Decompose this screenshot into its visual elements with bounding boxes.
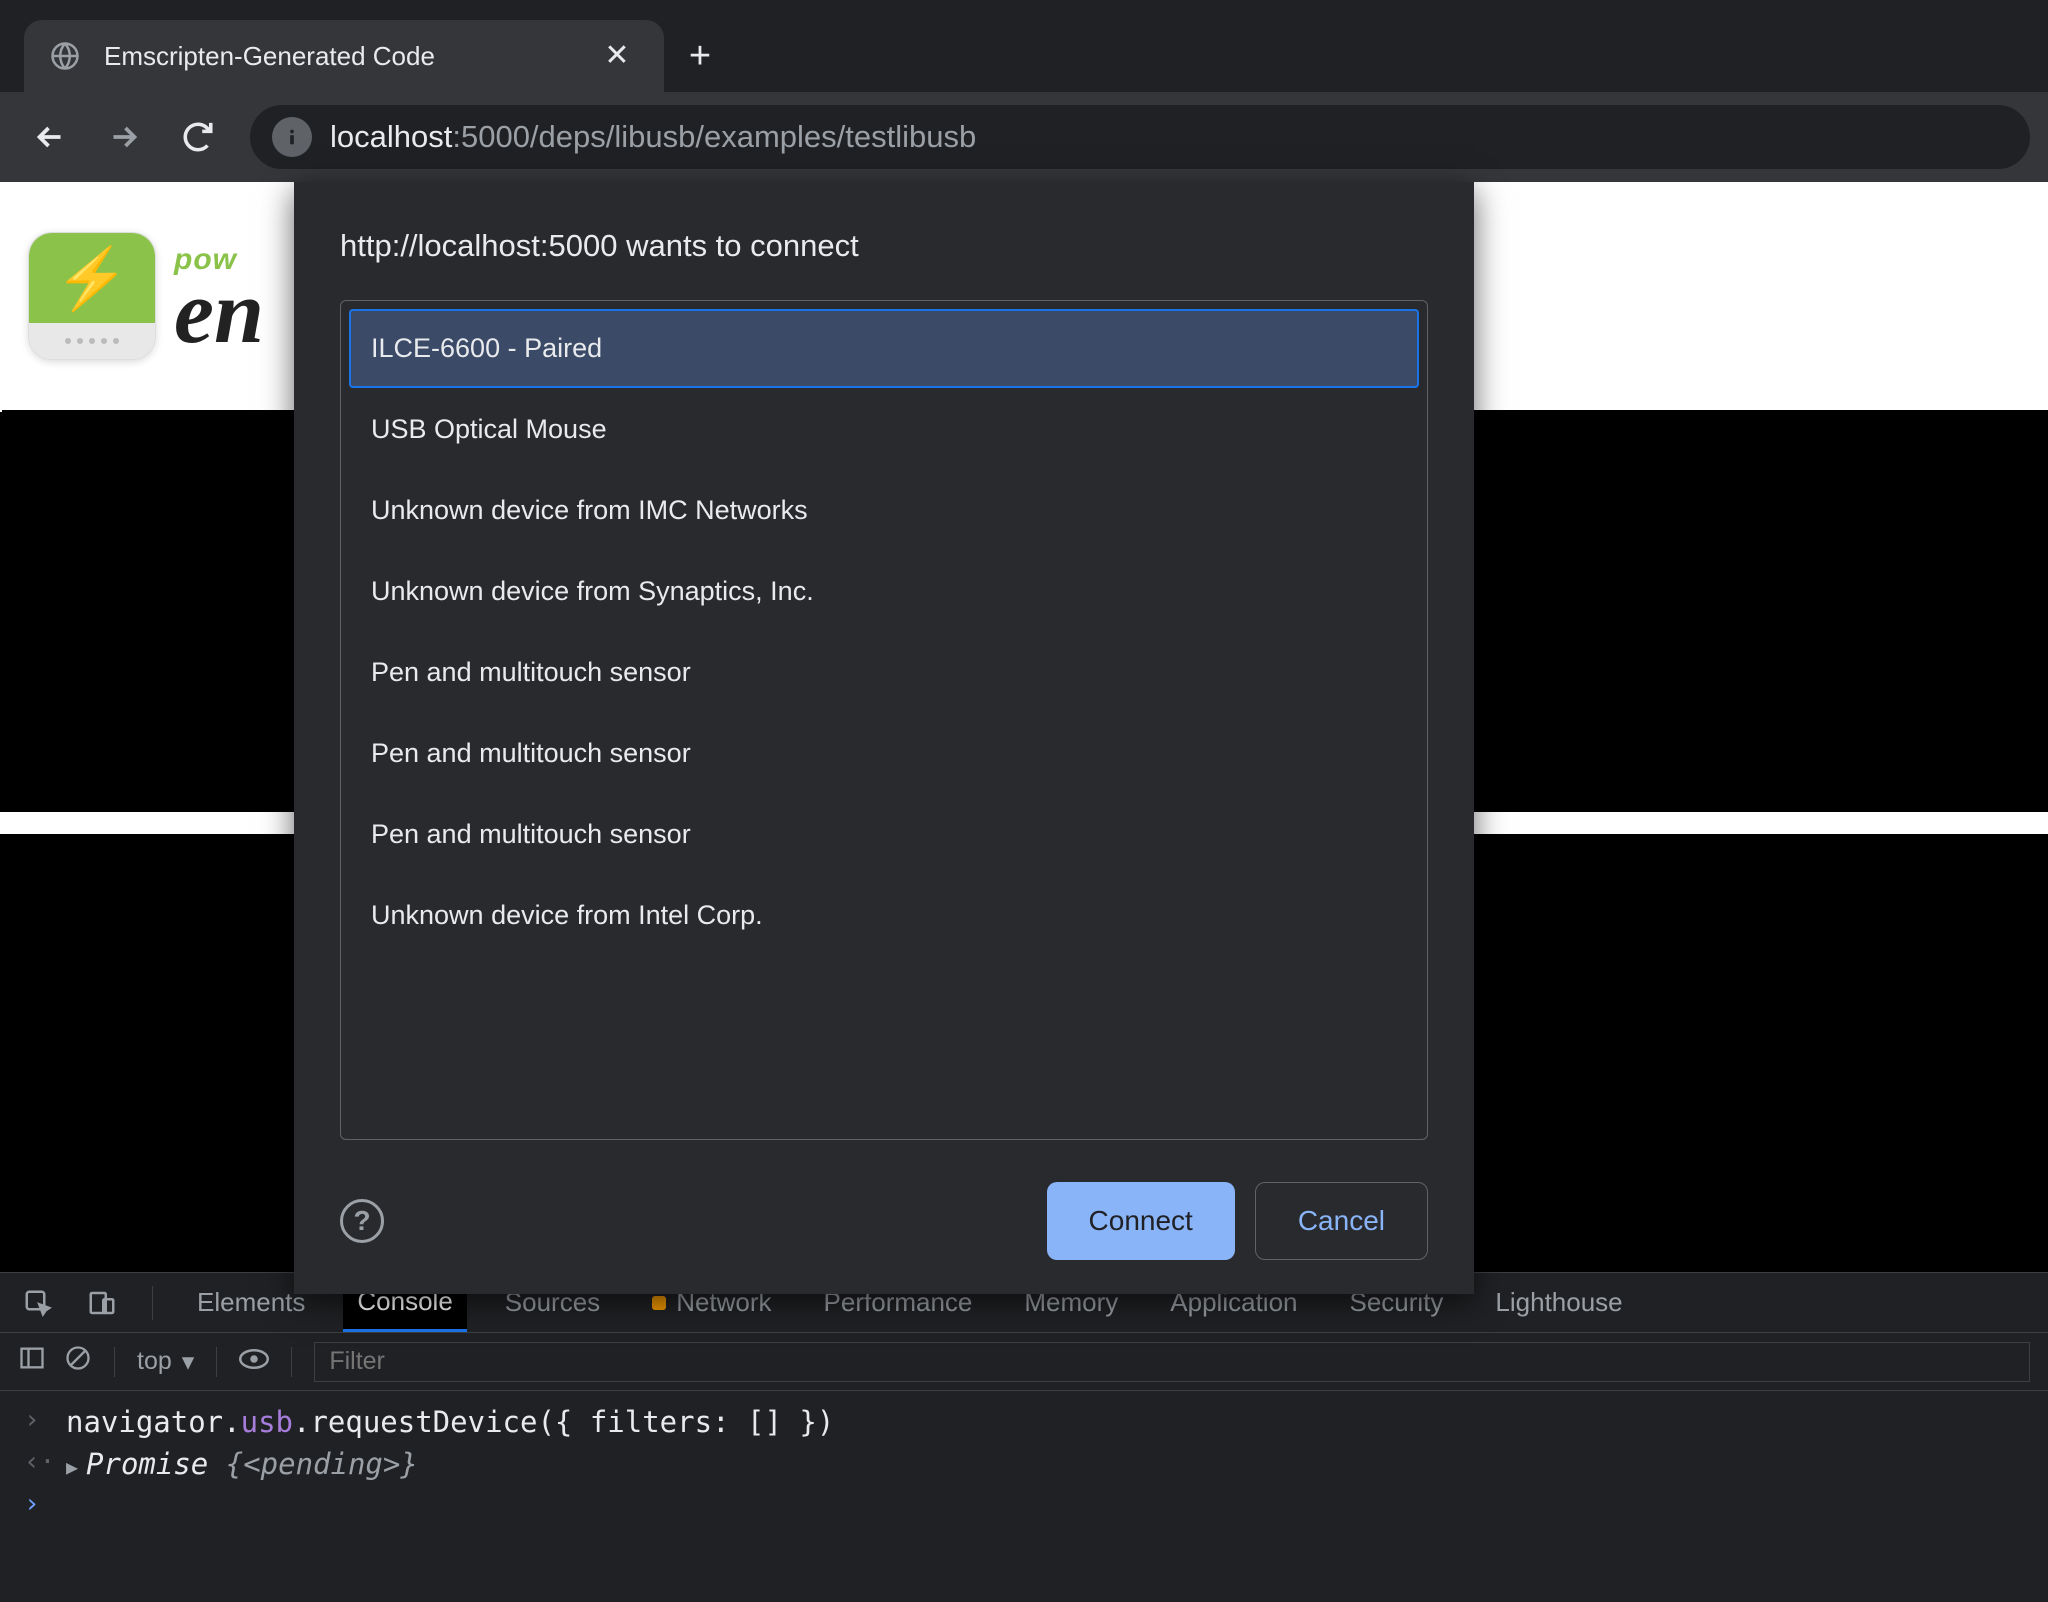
bolt-icon: ⚡ <box>55 243 130 314</box>
brand-text: pow en <box>174 243 264 349</box>
console-result[interactable]: ▶Promise {<pending>} <box>66 1447 418 1481</box>
prompt-icon: › <box>24 1405 48 1435</box>
dialog-actions: ? Connect Cancel <box>340 1182 1428 1260</box>
context-selector[interactable]: top▾ <box>137 1347 194 1377</box>
tab-close-icon[interactable]: ✕ <box>600 39 634 73</box>
console-output-line: ‹· ▶Promise {<pending>} <box>0 1443 2048 1485</box>
forward-button[interactable] <box>92 105 156 169</box>
console-input-line: › navigator.usb.requestDevice({ filters:… <box>0 1401 2048 1443</box>
browser-tabstrip: Emscripten-Generated Code ✕ + <box>0 0 2048 92</box>
device-list: ILCE-6600 - Paired USB Optical Mouse Unk… <box>340 300 1428 1140</box>
devtools-panel: Elements Console Sources Network Perform… <box>0 1272 2048 1602</box>
device-option[interactable]: Unknown device from IMC Networks <box>349 471 1419 550</box>
cancel-button[interactable]: Cancel <box>1255 1182 1428 1260</box>
tab-lighthouse[interactable]: Lighthouse <box>1481 1273 1636 1332</box>
emscripten-logo: ⚡ <box>28 232 156 360</box>
device-toggle-icon[interactable] <box>82 1288 122 1318</box>
device-option[interactable]: Unknown device from Synaptics, Inc. <box>349 552 1419 631</box>
reload-button[interactable] <box>166 105 230 169</box>
globe-icon <box>48 39 82 73</box>
inspect-icon[interactable] <box>18 1288 58 1318</box>
console-output: › navigator.usb.requestDevice({ filters:… <box>0 1391 2048 1602</box>
address-bar[interactable]: localhost:5000/deps/libusb/examples/test… <box>250 105 2030 169</box>
tab-title: Emscripten-Generated Code <box>104 41 578 72</box>
console-prompt-line[interactable]: › <box>0 1485 2048 1527</box>
console-code[interactable]: navigator.usb.requestDevice({ filters: [… <box>66 1405 834 1439</box>
device-option[interactable]: Pen and multitouch sensor <box>349 795 1419 874</box>
console-sidebar-icon[interactable] <box>18 1344 46 1379</box>
url-text: localhost:5000/deps/libusb/examples/test… <box>330 119 976 155</box>
clear-console-icon[interactable] <box>64 1344 92 1379</box>
help-icon[interactable]: ? <box>340 1199 384 1243</box>
usb-permission-dialog: http://localhost:5000 wants to connect I… <box>294 182 1474 1294</box>
connect-button[interactable]: Connect <box>1047 1182 1235 1260</box>
site-info-icon[interactable] <box>272 117 312 157</box>
brand-emscripten: en <box>174 277 264 349</box>
device-option[interactable]: USB Optical Mouse <box>349 390 1419 469</box>
return-icon: ‹· <box>24 1447 48 1477</box>
device-option[interactable]: Pen and multitouch sensor <box>349 633 1419 712</box>
new-tab-button[interactable]: + <box>664 20 736 92</box>
browser-tab[interactable]: Emscripten-Generated Code ✕ <box>24 20 664 92</box>
expand-icon[interactable]: ▶ <box>66 1455 78 1479</box>
prompt-icon: › <box>24 1489 48 1519</box>
console-filter-input[interactable] <box>314 1342 2030 1382</box>
browser-toolbar: localhost:5000/deps/libusb/examples/test… <box>0 92 2048 182</box>
console-toolbar: top▾ <box>0 1333 2048 1391</box>
device-option[interactable]: Pen and multitouch sensor <box>349 714 1419 793</box>
back-button[interactable] <box>18 105 82 169</box>
live-expression-icon[interactable] <box>239 1347 269 1376</box>
device-option[interactable]: ILCE-6600 - Paired <box>349 309 1419 388</box>
dialog-title: http://localhost:5000 wants to connect <box>340 228 1428 264</box>
device-option[interactable]: Unknown device from Intel Corp. <box>349 876 1419 955</box>
page-viewport: ⚡ pow en http://localhost:5000 wants to … <box>0 182 2048 1272</box>
